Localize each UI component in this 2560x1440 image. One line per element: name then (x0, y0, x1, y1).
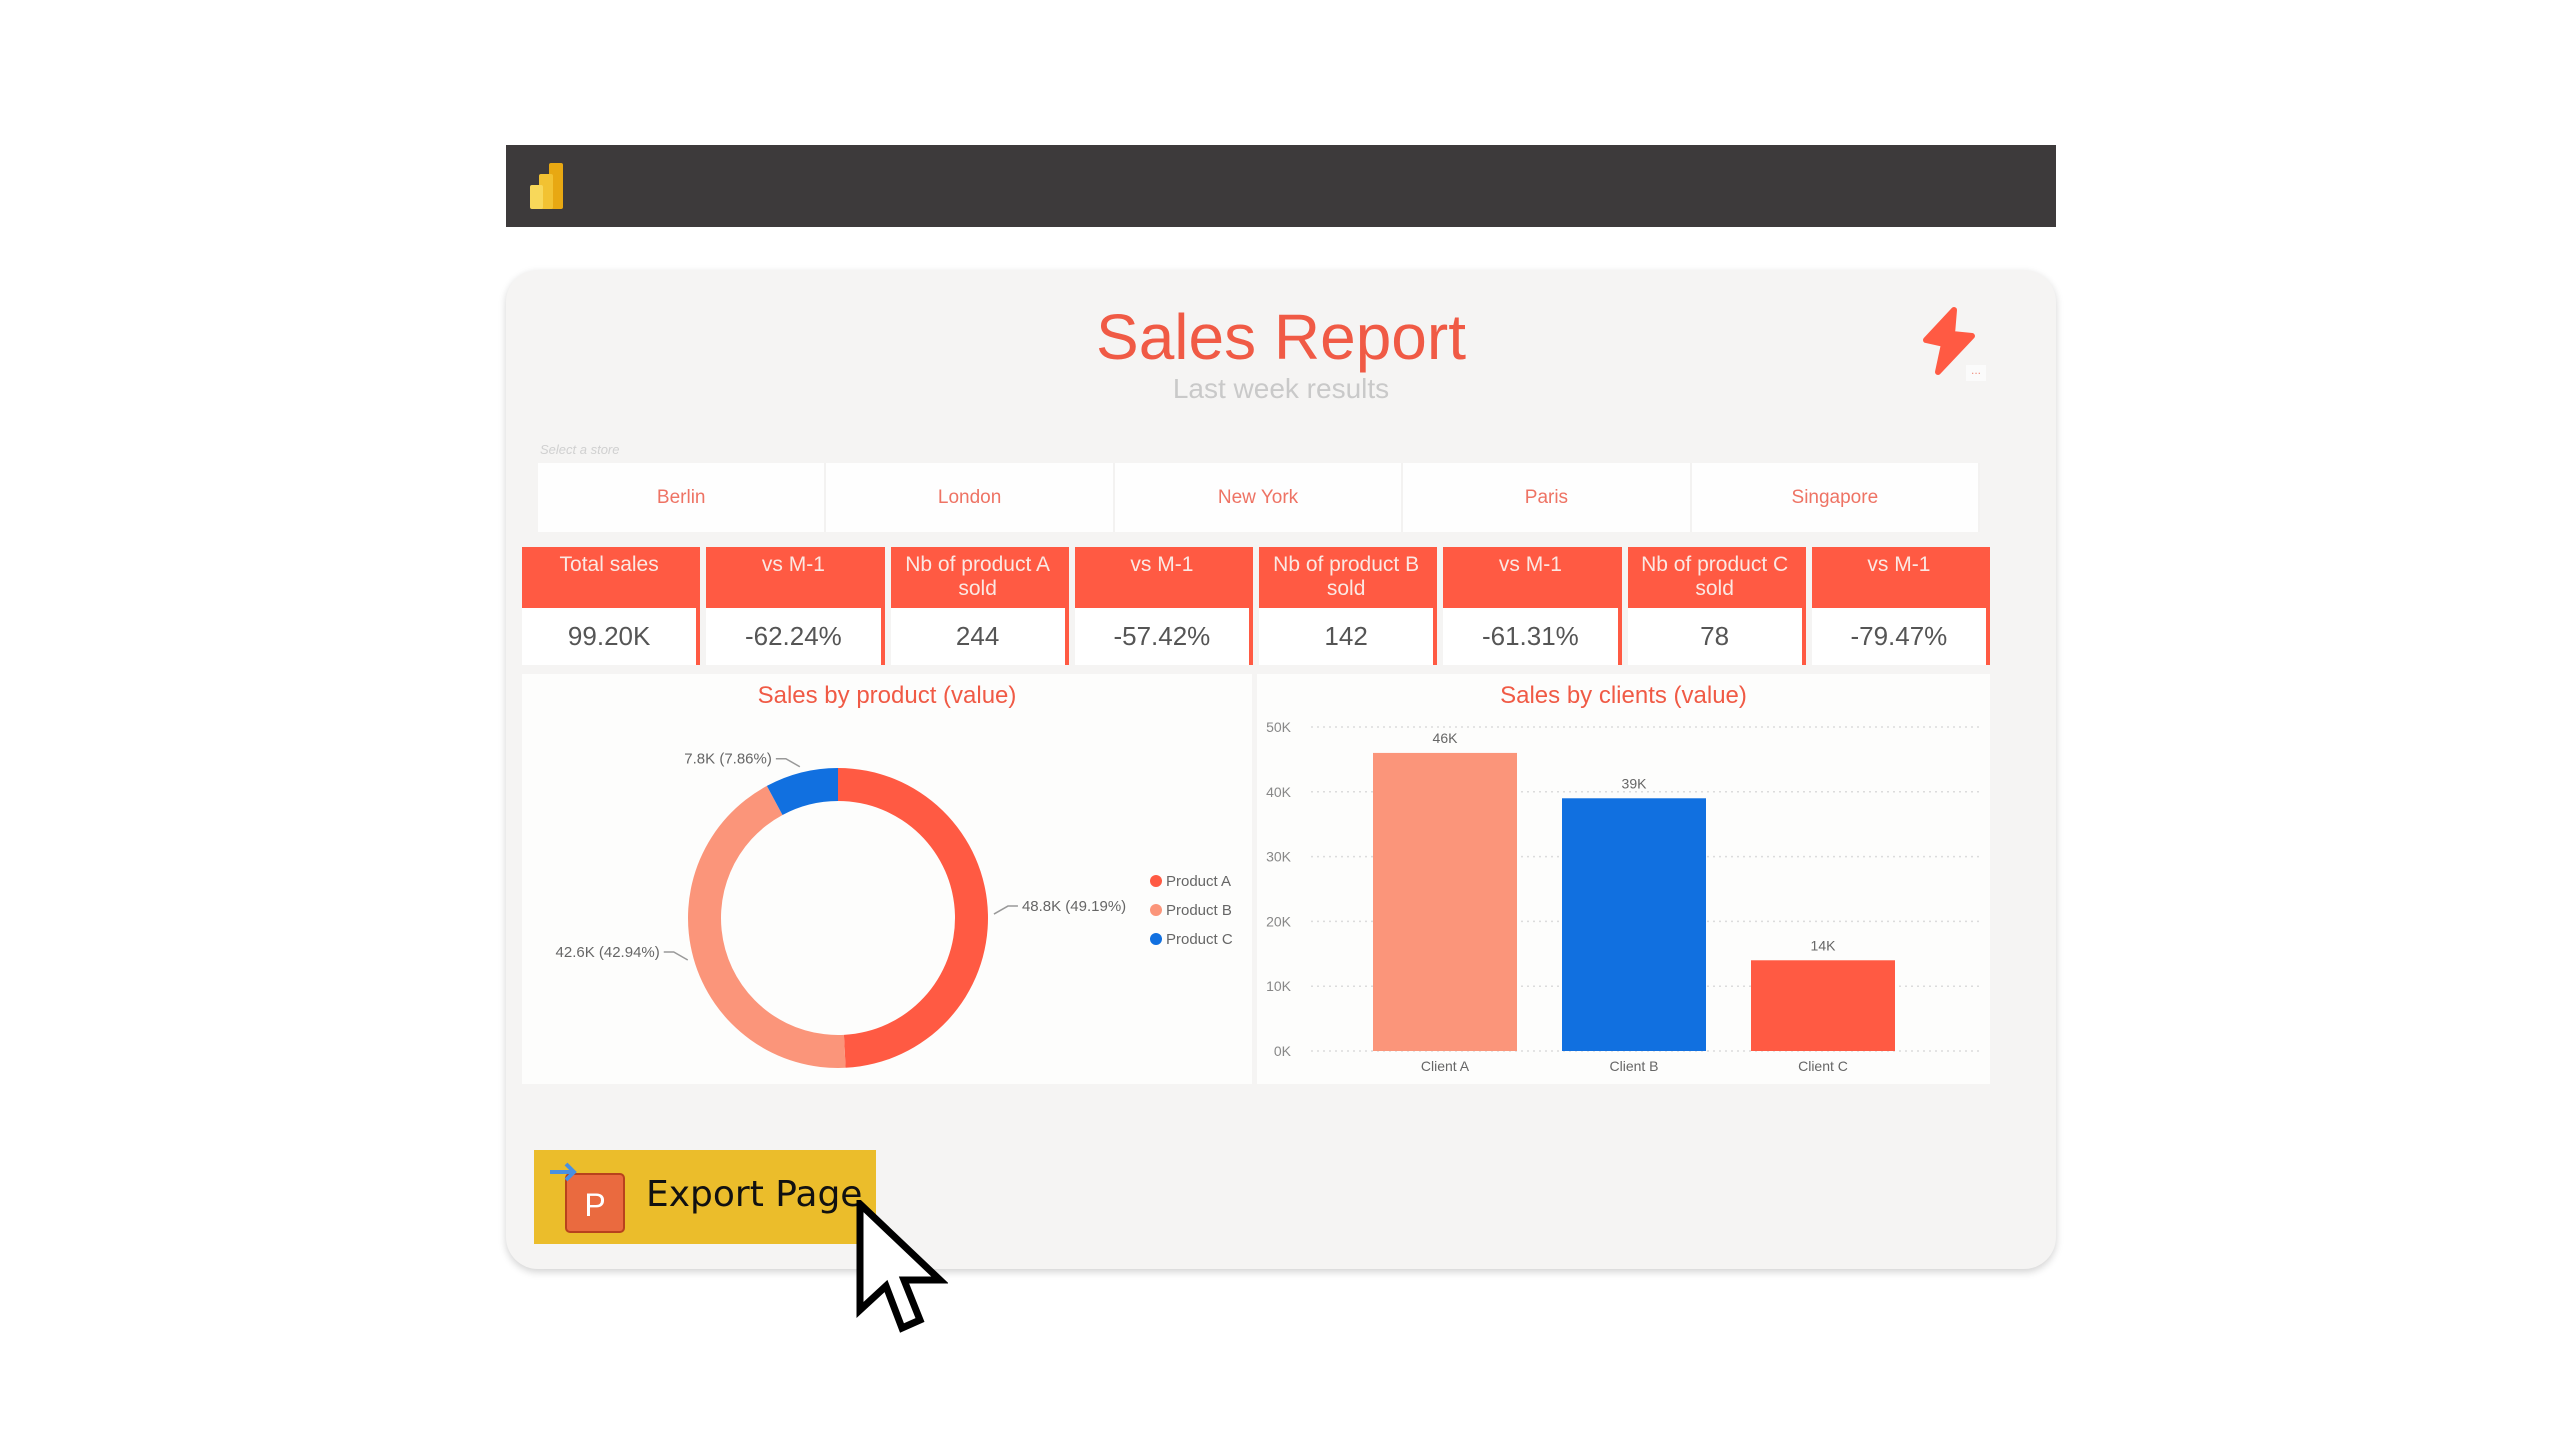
kpi-header: vs M-1 (1811, 547, 1986, 608)
kpi-header: Nb of product C sold (1627, 547, 1802, 608)
mouse-pointer-icon (856, 1200, 948, 1333)
legend-marker (1150, 875, 1162, 887)
kpi-value: -79.47% (1811, 608, 1986, 665)
slicer-item-new-york[interactable]: New York (1114, 463, 1404, 532)
legend-marker (1150, 933, 1162, 945)
donut-leader-line (775, 757, 801, 768)
kpi-card: Total sales 99.20K (522, 547, 701, 665)
y-tick-label: 20K (1266, 913, 1292, 929)
report-canvas: Sales Report Last week results ... Selec… (506, 270, 2056, 1269)
kpi-card: Nb of product C sold 78 (1627, 547, 1806, 665)
slicer-item-london[interactable]: London (826, 463, 1115, 532)
kpi-header: vs M-1 (1443, 547, 1618, 608)
export-page-button[interactable]: P Export Page (534, 1150, 876, 1244)
legend-label: Product B (1166, 902, 1232, 919)
kpi-header: vs M-1 (1074, 547, 1249, 608)
bar-client-c (1751, 960, 1895, 1051)
kpi-header: Total sales (522, 547, 697, 608)
legend-marker (1150, 904, 1162, 916)
slicer-label: Select a store (540, 442, 620, 457)
kpi-value: 142 (1259, 608, 1434, 665)
kpi-header: vs M-1 (706, 547, 881, 608)
report-subtitle: Last week results (1172, 373, 1390, 404)
y-tick-label: 10K (1266, 978, 1292, 994)
bar-client-a (1373, 752, 1517, 1051)
y-tick-label: 0K (1274, 1043, 1292, 1059)
more-options-button[interactable]: ... (1966, 364, 1986, 381)
donut-data-label: 7.8K (7.86%) (684, 751, 772, 768)
bar-data-label: 14K (1811, 937, 1837, 953)
kpi-card: Nb of product A sold 244 (890, 547, 1069, 665)
x-tick-label: Client A (1421, 1058, 1470, 1074)
legend-label: Product A (1166, 873, 1231, 890)
kpi-row: Total sales 99.20K vs M-1 -62.24% Nb of pr… (522, 547, 1990, 665)
y-tick-label: 40K (1266, 784, 1292, 800)
donut-chart-title: Sales by product (value) (757, 682, 1017, 709)
donut-data-label: 48.8K (49.19%) (1022, 898, 1126, 915)
bar-data-label: 39K (1622, 775, 1648, 791)
kpi-card: vs M-1 -62.24% (706, 547, 885, 665)
donut-leader-line (663, 951, 689, 961)
kpi-card: vs M-1 -57.42% (1074, 547, 1253, 665)
donut-slice-product-b (688, 785, 846, 1068)
app-header-bar (506, 145, 2056, 227)
store-slicer: Berlin London New York Paris Singapore (538, 463, 1981, 532)
slicer-item-singapore[interactable]: Singapore (1691, 463, 1981, 532)
kpi-card: vs M-1 -61.31% (1443, 547, 1622, 665)
kpi-value: -61.31% (1443, 608, 1618, 665)
x-tick-label: Client B (1609, 1058, 1658, 1074)
bar-client-b (1562, 798, 1706, 1051)
kpi-header: Nb of product B sold (1259, 547, 1434, 608)
power-bi-logo-icon (530, 163, 563, 209)
bar-chart-title: Sales by clients (value) (1500, 682, 1747, 709)
kpi-value: 244 (890, 608, 1065, 665)
donut-slice-product-a (838, 768, 988, 1068)
bar-chart-panel[interactable]: Sales by clients (value) 0K 10K 20K 30K 40K 5… (1257, 674, 1990, 1084)
kpi-value: -57.42% (1074, 608, 1249, 665)
y-tick-label: 30K (1266, 849, 1292, 865)
donut-data-label: 42.6K (42.94%) (556, 944, 660, 961)
kpi-value: -62.24% (706, 608, 881, 665)
kpi-card: Nb of product B sold 142 (1259, 547, 1438, 665)
report-title: Sales Report (1096, 301, 1466, 373)
kpi-card: vs M-1 -79.47% (1811, 547, 1990, 665)
kpi-value: 78 (1627, 608, 1802, 665)
powerpoint-letter: P (584, 1187, 605, 1223)
bar-data-label: 46K (1433, 730, 1459, 746)
kpi-header: Nb of product A sold (890, 547, 1065, 608)
y-tick-label: 50K (1266, 719, 1292, 735)
donut-chart-panel[interactable]: Sales by product (value) 48.8K (49.19%) 4… (522, 674, 1252, 1084)
powerpoint-icon: P (550, 1162, 625, 1233)
x-tick-label: Client C (1798, 1058, 1848, 1074)
donut-leader-line (993, 905, 1018, 915)
legend-label: Product C (1166, 931, 1233, 948)
donut-chart: 48.8K (49.19%) 42.6K (42.94%) 7.8K (7.86%)… (556, 751, 1233, 1068)
slicer-item-berlin[interactable]: Berlin (538, 463, 827, 532)
export-page-label: Export Page (646, 1174, 863, 1215)
kpi-value: 99.20K (522, 608, 697, 665)
slicer-item-paris[interactable]: Paris (1403, 463, 1692, 532)
bar-chart: 0K 10K 20K 30K 40K 50K 46K Client A 39K Client B 1… (1266, 719, 1982, 1074)
